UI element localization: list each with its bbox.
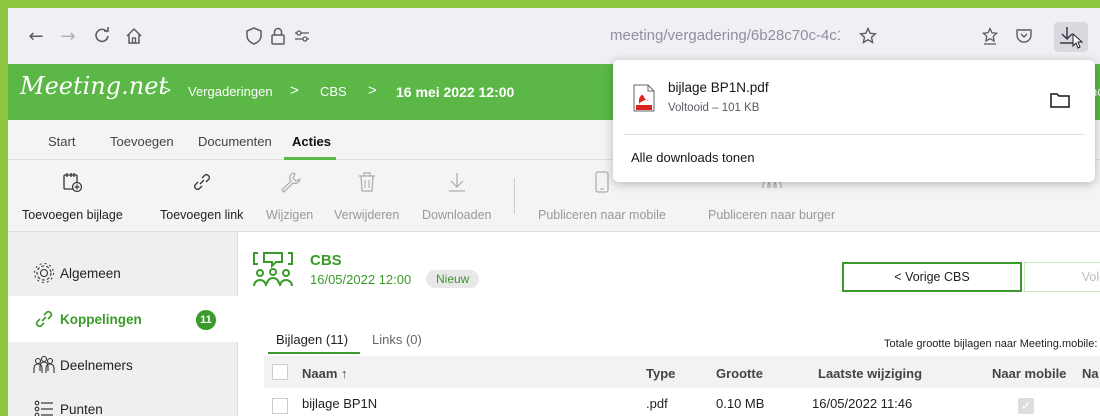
toevoegen-bijlage-button[interactable]: Toevoegen bijlage bbox=[22, 170, 123, 222]
status-badge: Nieuw bbox=[426, 270, 480, 288]
next-meeting-button[interactable]: Volge bbox=[1024, 262, 1100, 292]
previous-meeting-button[interactable]: < Vorige CBS bbox=[842, 262, 1022, 292]
cell-type: .pdf bbox=[646, 396, 668, 411]
add-attachment-icon bbox=[63, 173, 83, 193]
breadcrumb-separator: > bbox=[290, 82, 299, 99]
cell-modified: 16/05/2022 11:46 bbox=[812, 396, 913, 411]
subtab-links[interactable]: Links (0) bbox=[372, 332, 422, 347]
meeting-icon bbox=[253, 252, 293, 287]
breadcrumb-date: 16 mei 2022 12:00 bbox=[396, 84, 515, 100]
trash-icon bbox=[358, 172, 375, 192]
active-subtab-indicator bbox=[268, 352, 360, 354]
sidebar-item-label: Deelnemers bbox=[60, 357, 133, 373]
gear-icon bbox=[34, 263, 54, 283]
url-text[interactable]: meeting/vergadering/6b28c70c-4c17-49 bbox=[610, 27, 840, 44]
bookmark-star-icon[interactable] bbox=[856, 24, 880, 48]
browser-toolbar: ← → meeting/vergadering/6b28c70c-4c17-49 bbox=[8, 8, 1100, 64]
pdf-file-icon bbox=[633, 84, 655, 112]
column-naam[interactable]: Naam ↑ bbox=[302, 366, 348, 381]
breadcrumb-vergaderingen[interactable]: Vergaderingen bbox=[188, 84, 273, 99]
pocket-icon[interactable] bbox=[1010, 22, 1038, 50]
list-icon bbox=[34, 400, 53, 416]
permissions-icon[interactable] bbox=[290, 24, 314, 48]
lock-icon[interactable] bbox=[266, 24, 290, 48]
column-naar-mobile[interactable]: Naar mobile bbox=[992, 366, 1066, 381]
forward-icon[interactable]: → bbox=[54, 22, 82, 50]
divider bbox=[623, 134, 1085, 135]
column-truncated[interactable]: Na bbox=[1082, 366, 1099, 381]
subtab-bijlagen[interactable]: Bijlagen (11) bbox=[276, 332, 348, 347]
app-logo[interactable]: Meeting.net bbox=[20, 72, 168, 100]
meeting-title: CBS bbox=[310, 252, 342, 269]
download-icon bbox=[448, 173, 465, 192]
sidebar: Algemeen Koppelingen 11 Deelnemers Punte… bbox=[8, 232, 238, 416]
wrench-icon bbox=[280, 172, 301, 193]
row-checkbox[interactable] bbox=[272, 398, 288, 414]
breadcrumb-separator: > bbox=[162, 82, 171, 99]
column-type[interactable]: Type bbox=[646, 366, 675, 381]
reading-list-star-icon[interactable] bbox=[976, 22, 1004, 50]
downloads-panel: bijlage BP1N.pdf Voltooid – 101 KB Alle … bbox=[613, 60, 1095, 182]
breadcrumb-separator: > bbox=[368, 82, 377, 99]
downloaden-button[interactable]: Downloaden bbox=[422, 170, 492, 222]
sidebar-item-koppelingen[interactable]: Koppelingen 11 bbox=[8, 296, 238, 342]
sidebar-item-label: Koppelingen bbox=[60, 311, 142, 327]
select-all-checkbox[interactable] bbox=[272, 364, 288, 380]
home-icon[interactable] bbox=[120, 22, 148, 50]
column-grootte[interactable]: Grootte bbox=[716, 366, 763, 381]
url-bar[interactable]: meeting/vergadering/6b28c70c-4c17-49 bbox=[230, 18, 890, 54]
sidebar-item-deelnemers[interactable]: Deelnemers bbox=[8, 342, 238, 388]
download-status: Voltooid – 101 KB bbox=[668, 102, 760, 114]
sidebar-item-algemeen[interactable]: Algemeen bbox=[8, 250, 238, 296]
column-laatste-wijziging[interactable]: Laatste wijziging bbox=[818, 366, 922, 381]
wijzigen-button[interactable]: Wijzigen bbox=[266, 170, 313, 222]
tab-documenten[interactable]: Documenten bbox=[198, 134, 272, 149]
tab-toevoegen[interactable]: Toevoegen bbox=[110, 134, 174, 149]
shield-icon[interactable] bbox=[242, 24, 266, 48]
downloads-button[interactable] bbox=[1054, 22, 1088, 52]
show-all-downloads-link[interactable]: Alle downloads tonen bbox=[631, 150, 755, 165]
meeting-date: 16/05/2022 12:00 bbox=[310, 272, 412, 287]
participants-icon bbox=[33, 355, 55, 373]
sidebar-item-label: Algemeen bbox=[60, 265, 121, 281]
tab-acties[interactable]: Acties bbox=[292, 134, 331, 149]
reload-icon[interactable] bbox=[88, 22, 116, 50]
download-arrow-icon bbox=[1060, 27, 1084, 49]
verwijderen-button[interactable]: Verwijderen bbox=[334, 170, 399, 222]
folder-icon[interactable] bbox=[1049, 90, 1071, 110]
main-panel: CBS 16/05/2022 12:00 Nieuw < Vorige CBS … bbox=[238, 232, 1100, 416]
browser-window: ← → meeting/vergadering/6b28c70c-4c17-49 bbox=[8, 8, 1100, 416]
link-icon bbox=[193, 174, 210, 190]
toevoegen-link-button[interactable]: Toevoegen link bbox=[160, 170, 243, 222]
tab-start[interactable]: Start bbox=[48, 134, 75, 149]
total-size-label: Totale grootte bijlagen naar Meeting.mob… bbox=[884, 338, 1098, 350]
back-icon[interactable]: ← bbox=[22, 22, 50, 50]
sidebar-item-label: Punten bbox=[60, 401, 103, 416]
ribbon-divider bbox=[514, 178, 515, 214]
download-file-name[interactable]: bijlage BP1N.pdf bbox=[668, 80, 769, 95]
table-row[interactable]: bijlage BP1N .pdf 0.10 MB 16/05/2022 11:… bbox=[264, 392, 1100, 416]
cell-name[interactable]: bijlage BP1N bbox=[302, 396, 377, 411]
table-header: Naam ↑ Type Grootte Laatste wijziging Na… bbox=[264, 356, 1100, 388]
link-icon bbox=[35, 310, 53, 328]
to-mobile-checkbox: ✓ bbox=[1018, 398, 1034, 414]
cell-size: 0.10 MB bbox=[716, 396, 765, 411]
breadcrumb-cbs[interactable]: CBS bbox=[320, 84, 347, 99]
mobile-icon bbox=[595, 171, 609, 193]
count-badge: 11 bbox=[196, 310, 216, 330]
sidebar-item-punten[interactable]: Punten bbox=[8, 386, 238, 416]
